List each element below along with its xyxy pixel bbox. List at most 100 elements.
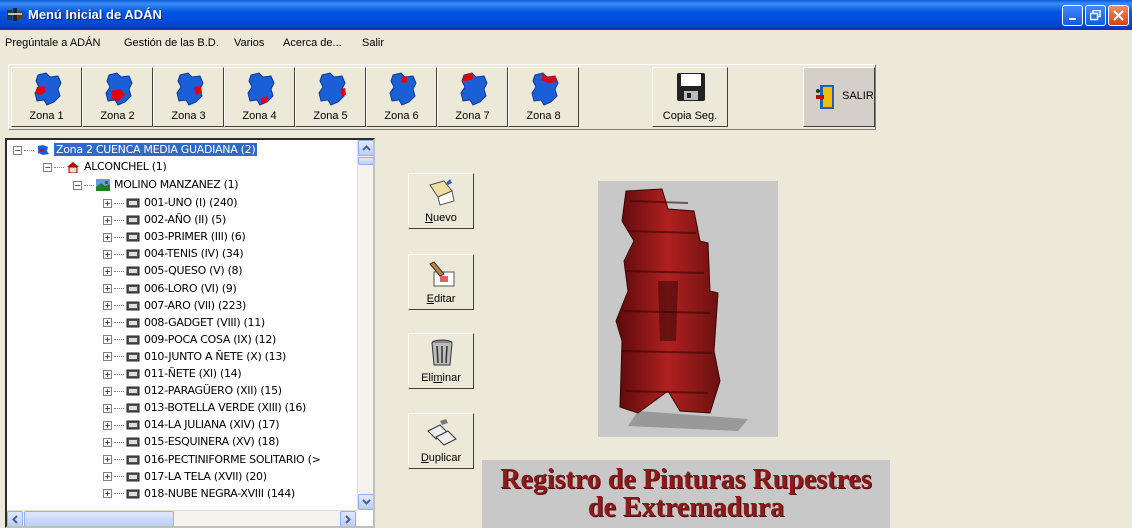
scroll-thumb[interactable] — [358, 157, 373, 165]
backup-button[interactable]: Copia Seg. — [652, 67, 728, 127]
edit-pencil-icon — [429, 261, 455, 287]
collapse-icon[interactable]: − — [43, 162, 52, 172]
panel-icon — [126, 266, 140, 276]
minimize-button[interactable] — [1062, 5, 1083, 26]
new-button[interactable]: Nuevo — [408, 173, 474, 229]
expand-icon[interactable]: + — [103, 266, 112, 276]
zone-6-button[interactable]: Zona 6 — [366, 67, 437, 127]
expand-icon[interactable]: + — [103, 489, 112, 499]
expand-icon[interactable]: + — [103, 455, 112, 464]
tree-item-node[interactable]: +002-AÑO (II) (5) — [103, 211, 226, 228]
expand-icon[interactable]: + — [103, 420, 112, 430]
edit-label: Editar — [426, 293, 456, 305]
zone-label: Zona 3 — [171, 110, 206, 122]
delete-button[interactable]: Eliminar — [408, 333, 474, 389]
tree-item-node[interactable]: +007-ARO (VII) (223) — [103, 297, 246, 314]
zone-label: Zona 5 — [313, 110, 348, 122]
tree-item-node[interactable]: +004-TENIS (IV) (34) — [103, 245, 244, 262]
menu-varios[interactable]: Varios — [234, 37, 264, 49]
tree-item-node[interactable]: +005-QUESO (V) (8) — [103, 262, 243, 279]
tree-item-node[interactable]: +013-BOTELLA VERDE (XIII) (16) — [103, 399, 306, 416]
expand-icon[interactable]: + — [103, 318, 112, 328]
scroll-left-button[interactable] — [7, 511, 23, 526]
menu-gestion[interactable]: Gestión de las B.D. — [124, 37, 219, 49]
expand-icon[interactable]: + — [103, 472, 112, 482]
expand-icon[interactable]: + — [103, 215, 112, 225]
tree-root-label: Zona 2 CUENCA MEDIA GUADIANA (2) — [54, 143, 258, 156]
chevron-right-icon — [345, 514, 351, 524]
app-icon — [7, 8, 23, 21]
scroll-thumb-horizontal[interactable] — [24, 511, 174, 526]
zone-1-button[interactable]: Zona 1 — [11, 67, 82, 127]
exit-button[interactable]: SALIR — [803, 67, 875, 127]
zone-3-button[interactable]: Zona 3 — [153, 67, 224, 127]
trash-can-icon — [431, 339, 453, 366]
close-button[interactable] — [1108, 5, 1129, 26]
new-label: Nuevo — [425, 212, 457, 224]
scroll-down-button[interactable] — [358, 494, 373, 510]
tree-item-node[interactable]: +009-POCA COSA (IX) (12) — [103, 331, 276, 348]
tree-item-node[interactable]: +012-PARAGÜERO (XII) (15) — [103, 382, 282, 399]
collapse-icon[interactable]: − — [73, 180, 82, 190]
zone-8-button[interactable]: Zona 8 — [508, 67, 579, 127]
tree-vertical-scrollbar[interactable] — [357, 140, 373, 510]
menu-acerca[interactable]: Acerca de... — [283, 37, 342, 49]
menu-salir[interactable]: Salir — [362, 37, 384, 49]
tree-town-node[interactable]: − ALCONCHEL (1) — [43, 158, 167, 175]
tree-item-node[interactable]: +008-GADGET (VIII) (11) — [103, 314, 265, 331]
tree-site-label: MOLINO MANZANEZ (1) — [114, 178, 239, 191]
maximize-button[interactable] — [1085, 5, 1106, 26]
tree-item-node[interactable]: +003-PRIMER (III) (6) — [103, 228, 246, 245]
expand-icon[interactable]: + — [103, 301, 112, 311]
tree-item-node[interactable]: +011-ÑETE (XI) (14) — [103, 365, 242, 382]
panel-icon — [126, 335, 140, 345]
tree-item-node[interactable]: +001-UNO (I) (240) — [103, 194, 238, 211]
minimize-icon — [1068, 17, 1076, 20]
expand-icon[interactable]: + — [103, 403, 112, 413]
zone-label: Zona 8 — [526, 110, 561, 122]
collapse-icon[interactable]: − — [13, 145, 22, 155]
banner-line-1: Registro de Pinturas Rupestres — [500, 464, 872, 495]
panel-icon — [126, 284, 140, 293]
duplicate-button[interactable]: Duplicar — [408, 413, 474, 469]
expand-icon[interactable]: + — [103, 369, 112, 379]
zone-label: Zona 4 — [242, 110, 277, 122]
expand-icon[interactable]: + — [103, 386, 112, 396]
restore-icon — [1090, 10, 1101, 21]
zone-toolbar: Zona 1 Zona 2 Zona 3 Zona 4 Zona 5 Zona … — [8, 64, 876, 130]
edit-button[interactable]: Editar — [408, 254, 474, 310]
expand-icon[interactable]: + — [103, 249, 112, 259]
tree-item-node[interactable]: +006-LORO (VI) (9) — [103, 280, 237, 297]
menu-preguntale[interactable]: Pregúntale a ADÁN — [5, 37, 100, 49]
tree-site-node[interactable]: − MOLINO MANZANEZ (1) — [73, 176, 239, 193]
expand-icon[interactable]: + — [103, 284, 112, 293]
tree-item-label: 004-TENIS (IV) (34) — [144, 247, 244, 261]
tree-root-node[interactable]: − Zona 2 CUENCA MEDIA GUADIANA (2) — [13, 141, 258, 158]
chevron-up-icon — [361, 145, 371, 151]
tree-item-node[interactable]: +014-LA JULIANA (XIV) (17) — [103, 416, 280, 433]
tree-item-node[interactable]: +010-JUNTO A ÑETE (X) (13) — [103, 348, 286, 365]
zone-5-button[interactable]: Zona 5 — [295, 67, 366, 127]
zone-4-button[interactable]: Zona 4 — [224, 67, 295, 127]
expand-icon[interactable]: + — [103, 437, 112, 447]
zone-label: Zona 2 — [100, 110, 135, 122]
tree-item-node[interactable]: +016-PECTINIFORME SOLITARIO (> — [103, 451, 321, 468]
expand-icon[interactable]: + — [103, 352, 112, 362]
expand-icon[interactable]: + — [103, 335, 112, 345]
tree-item-node[interactable]: +018-NUBE NEGRA-XVIII (144) — [103, 485, 295, 502]
zone-7-button[interactable]: Zona 7 — [437, 67, 508, 127]
region-map-icon — [318, 72, 346, 106]
panel-icon — [126, 369, 140, 379]
panel-icon — [126, 403, 140, 413]
scroll-right-button[interactable] — [340, 511, 356, 526]
panel-icon — [126, 386, 140, 396]
expand-icon[interactable]: + — [103, 232, 112, 242]
scroll-up-button[interactable] — [358, 140, 373, 156]
region-map-icon — [34, 72, 62, 106]
tree-item-node[interactable]: +015-ESQUINERA (XV) (18) — [103, 433, 279, 450]
site-tree-view[interactable]: − Zona 2 CUENCA MEDIA GUADIANA (2) − ALCON… — [5, 138, 375, 528]
tree-horizontal-scrollbar[interactable] — [7, 510, 357, 526]
expand-icon[interactable]: + — [103, 198, 112, 208]
zone-2-button[interactable]: Zona 2 — [82, 67, 153, 127]
tree-item-node[interactable]: +017-LA TELA (XVII) (20) — [103, 468, 267, 485]
